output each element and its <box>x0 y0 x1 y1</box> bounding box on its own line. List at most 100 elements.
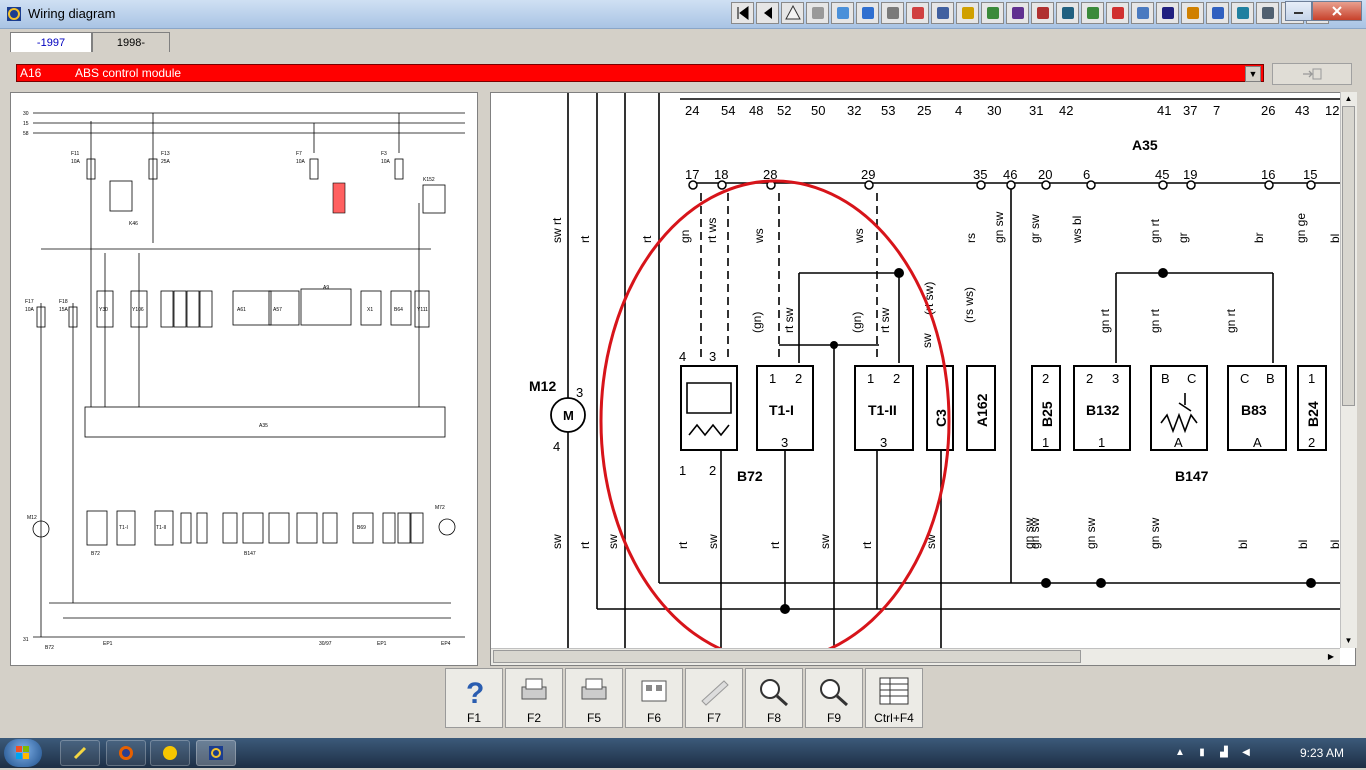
network-icon[interactable]: ▮ <box>1196 747 1208 759</box>
minimize-icon <box>1293 12 1303 14</box>
toolbar-button[interactable] <box>1256 2 1279 24</box>
fkey-f8[interactable]: F8 <box>745 668 803 728</box>
component-pin: 1 <box>769 371 776 386</box>
component-label: B147 <box>244 551 256 557</box>
toolbar-button[interactable] <box>731 2 754 24</box>
toolbar-button[interactable] <box>756 2 779 24</box>
module-pin-number: 52 <box>777 103 791 118</box>
footer-label: B72 <box>45 645 54 651</box>
start-button[interactable] <box>4 739 42 767</box>
toolbar-button[interactable] <box>1006 2 1029 24</box>
scroll-down-icon[interactable]: ▼ <box>1342 634 1355 648</box>
tray-expand-icon[interactable]: ▲ <box>1174 747 1186 759</box>
wire-color-label: bl <box>1236 540 1250 549</box>
scroll-up-icon[interactable]: ▲ <box>1342 92 1355 106</box>
toolbar-button[interactable] <box>881 2 904 24</box>
component-label: A162 <box>974 393 990 427</box>
fkey-f9[interactable]: F9 <box>805 668 863 728</box>
module-pin-number: 43 <box>1295 103 1309 118</box>
toolbar-button[interactable] <box>1081 2 1104 24</box>
module-pin-number: 37 <box>1183 103 1197 118</box>
fkey-f7[interactable]: F7 <box>685 668 743 728</box>
chevron-down-icon[interactable]: ▼ <box>1245 66 1261 82</box>
toolbar-button[interactable] <box>931 2 954 24</box>
tool-icon <box>1161 7 1174 19</box>
toolbar-button[interactable] <box>956 2 979 24</box>
signal-icon[interactable]: ▟ <box>1218 747 1230 759</box>
component-label: C3 <box>933 409 949 427</box>
fkey-f6[interactable]: F6 <box>625 668 683 728</box>
fkey-ctrl-f4[interactable]: Ctrl+F4 <box>865 668 923 728</box>
tool-icon <box>1111 7 1124 19</box>
toolbar-button[interactable] <box>856 2 879 24</box>
component-pin: 3 <box>709 349 716 364</box>
motor-pin: 4 <box>553 439 560 454</box>
tool-icon <box>986 7 999 19</box>
system-tray: ▲ ▮ ▟ ◀ 9:23 AM <box>1166 738 1366 768</box>
clock[interactable]: 9:23 AM <box>1300 746 1344 760</box>
vertical-scrollbar[interactable]: ▲ ▼ <box>1340 92 1357 648</box>
pin-terminal <box>1306 180 1316 190</box>
component-pin: C <box>1187 371 1196 386</box>
close-button[interactable] <box>1312 1 1362 21</box>
module-pin-number: 32 <box>847 103 861 118</box>
toolbar-button[interactable] <box>1031 2 1054 24</box>
toolbar-button[interactable] <box>1056 2 1079 24</box>
component-pin: B <box>1161 371 1170 386</box>
fuse-label: F3 <box>381 151 387 157</box>
tab-1998[interactable]: 1998- <box>92 32 170 52</box>
wire-note-label: (gn) <box>750 312 764 333</box>
scroll-right-icon[interactable]: ▶ <box>1324 649 1338 664</box>
tool-icon <box>1011 7 1024 19</box>
module-pin-number: 18 <box>714 167 728 182</box>
toolbar-button[interactable] <box>906 2 929 24</box>
wire-color-label: ws <box>852 228 866 244</box>
wire-color-label: br <box>1252 232 1266 243</box>
wire-color-label: gr sw <box>1028 214 1042 243</box>
minimize-button[interactable] <box>1285 1 1312 21</box>
toolbar-button[interactable] <box>1106 2 1129 24</box>
module-pin-number: 17 <box>685 167 699 182</box>
toolbar-button[interactable] <box>1156 2 1179 24</box>
component-pin: 2 <box>709 463 716 478</box>
wire-color-label: bl <box>1296 540 1310 549</box>
taskbar-messenger-button[interactable] <box>150 740 190 766</box>
fkey-f2[interactable]: F2 <box>505 668 563 728</box>
component-pin: 3 <box>1112 371 1119 386</box>
component-label: B25 <box>1039 401 1055 427</box>
component-label: T1-I <box>119 525 128 531</box>
module-pin-number: 4 <box>955 103 962 118</box>
taskbar-app-button[interactable] <box>60 740 100 766</box>
module-pin-number: 29 <box>861 167 875 182</box>
jump-button[interactable] <box>1272 63 1352 85</box>
toolbar-button[interactable] <box>831 2 854 24</box>
module-pin-number: 48 <box>749 103 763 118</box>
toolbar-button[interactable] <box>1181 2 1204 24</box>
overview-panel[interactable]: 30 15 58 31 F11 10A F13 25A F7 10A F3 10… <box>10 92 478 666</box>
fuse-label: 10A <box>381 159 391 165</box>
wire-note-label: gn rt <box>1224 308 1238 333</box>
toolbar-button[interactable] <box>781 2 804 24</box>
fkey-f1[interactable]: ? F1 <box>445 668 503 728</box>
fkey-f5[interactable]: F5 <box>565 668 623 728</box>
toolbar-button[interactable] <box>1131 2 1154 24</box>
tab-1997[interactable]: -1997 <box>10 32 92 52</box>
toolbar-button[interactable] <box>806 2 829 24</box>
title-bar: Wiring diagram <box>0 0 1366 29</box>
scroll-thumb[interactable] <box>1342 106 1355 406</box>
zoom-in-icon <box>760 679 789 707</box>
toolbar-button[interactable] <box>1231 2 1254 24</box>
firefox-icon <box>119 746 133 760</box>
toolbar-button[interactable] <box>1206 2 1229 24</box>
volume-icon[interactable]: ◀ <box>1240 747 1252 759</box>
horizontal-scrollbar[interactable]: ▶ <box>491 648 1340 665</box>
taskbar-wiring-button[interactable] <box>196 740 236 766</box>
component-label: T1-II <box>156 525 166 531</box>
pen-icon <box>701 680 729 706</box>
table-icon <box>879 677 909 705</box>
module-select[interactable]: A16 ABS control module ▼ <box>16 64 1264 82</box>
taskbar-firefox-button[interactable] <box>106 740 146 766</box>
scroll-thumb[interactable] <box>493 650 1081 663</box>
toolbar-button[interactable] <box>981 2 1004 24</box>
diagram-panel[interactable]: 24 54 48 52 50 32 53 25 4 30 31 42 41 37 7 26 43 12 17 18 2… <box>490 92 1356 666</box>
